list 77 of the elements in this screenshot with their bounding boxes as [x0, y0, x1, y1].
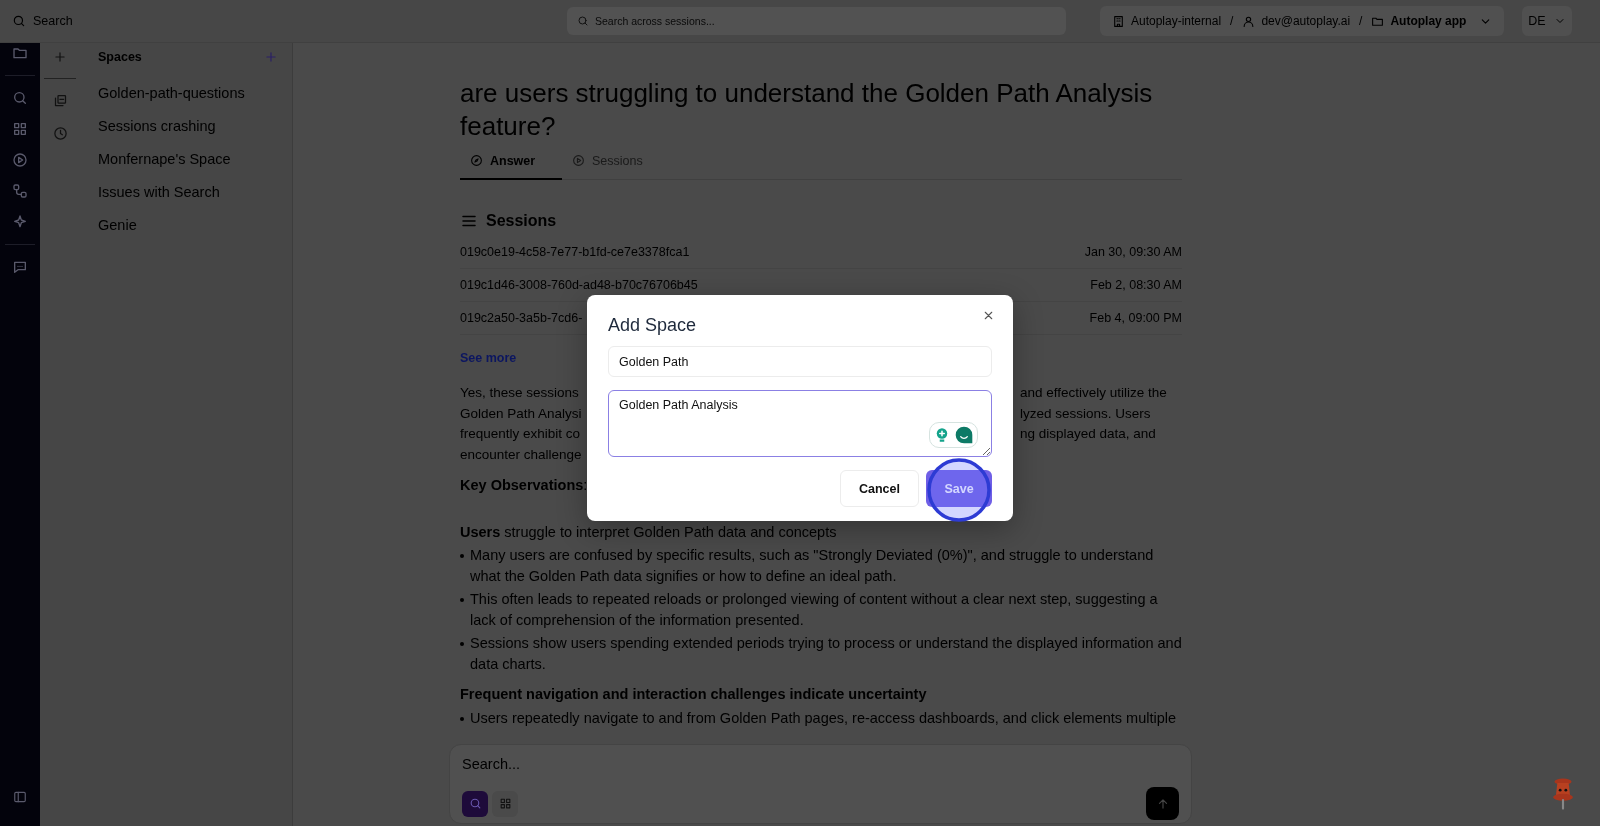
- answer-heading: Frequent navigation and interaction challenges indicate uncertainty: [460, 685, 928, 704]
- search-icon: [468, 797, 482, 810]
- bullet-dot: [460, 554, 464, 558]
- search-icon: [577, 15, 589, 27]
- chat-bubble-icon: [954, 425, 974, 445]
- session-date: Feb 2, 08:30 AM: [1090, 278, 1182, 292]
- send-button[interactable]: [1146, 787, 1179, 820]
- sparkle-icon[interactable]: [12, 214, 28, 230]
- writing-assistant-widget[interactable]: [929, 422, 978, 448]
- language-code: DE: [1528, 14, 1546, 28]
- see-more-link[interactable]: See more: [460, 351, 517, 365]
- space-item[interactable]: Golden-path-questions: [98, 85, 245, 101]
- search-icon[interactable]: [12, 14, 26, 28]
- breadcrumb-link[interactable]: Autoplay app: [1390, 14, 1467, 28]
- space-item[interactable]: Monfernape's Space: [98, 151, 231, 167]
- cancel-button[interactable]: Cancel: [840, 470, 919, 507]
- search-icon[interactable]: [12, 90, 28, 106]
- bullet-text: Users repeatedly navigate to and from Golden Path pages, re-access dashboards, and click elements multiple: [470, 708, 1177, 728]
- grid-mode-button[interactable]: [492, 790, 518, 817]
- language-selector[interactable]: DE: [1522, 6, 1572, 36]
- bullet-text: Sessions show users spending extended periods trying to process or understand the displayed information and data charts.: [470, 634, 1182, 674]
- bullet-dot: [460, 598, 464, 602]
- user-icon: [1242, 14, 1256, 28]
- session-id: 019c0e19-4c58-7e77-b1fd-ce7e3378fca1: [460, 245, 690, 259]
- space-item[interactable]: Issues with Search: [98, 184, 220, 200]
- sidebar-toggle-icon[interactable]: [13, 790, 27, 804]
- play-icon: [572, 154, 585, 167]
- plus-icon[interactable]: [53, 50, 67, 64]
- building-icon: [1112, 14, 1125, 28]
- bullet-text: This often leads to repeated reloads or prolonged viewing of content without a clear next step, suggesting a lack of comprehension of the information presented.: [470, 590, 1159, 630]
- sessions-heading: Sessions: [486, 212, 557, 230]
- chat-icon[interactable]: [12, 259, 28, 275]
- answer-text-fragment: Yes, these sessions: [460, 384, 579, 402]
- composer-input[interactable]: Search...: [462, 756, 1179, 772]
- description-field[interactable]: Golden Path Analysis: [608, 390, 992, 457]
- answer-paragraph: Key Observations:: [460, 476, 588, 495]
- answer-text-fragment: Golden Path Analysi: [460, 404, 582, 423]
- spaces-title: Spaces: [98, 50, 142, 64]
- answer-text-fragment: ng displayed data, and: [1020, 425, 1156, 443]
- clock-icon[interactable]: [52, 126, 68, 141]
- folder-icon[interactable]: [12, 45, 28, 61]
- nodes-icon[interactable]: [12, 183, 28, 199]
- save-button[interactable]: Save: [926, 470, 992, 507]
- answer-tab[interactable]: Answer: [460, 143, 562, 180]
- compass-icon: [470, 154, 483, 167]
- space-item[interactable]: Sessions crashing: [98, 118, 216, 134]
- breadcrumb-link[interactable]: dev@autoplay.ai: [1261, 14, 1351, 28]
- breadcrumb-link[interactable]: Autoplay-internal: [1131, 14, 1222, 28]
- session-date: Jan 30, 09:30 AM: [1084, 245, 1182, 259]
- space-item[interactable]: Genie: [98, 217, 137, 233]
- click-indicator-icon: [927, 458, 991, 522]
- session-date: Feb 4, 09:00 PM: [1089, 311, 1182, 325]
- question-title: are users struggling to understand the Golden Path Analysis feature?: [460, 77, 1154, 143]
- close-icon: [982, 309, 995, 322]
- bullet-text: Many users are confused by specific results, such as "Strongly Deviated (0%)", and struggle to understand what the Golden Path data signifies or how to define an ideal path.: [470, 546, 1155, 586]
- session-id: 019c1d46-3008-760d-ad48-b70c76706b45: [460, 278, 698, 292]
- answer-text-fragment: lyzed sessions. Users: [1020, 404, 1151, 423]
- search-mode-button[interactable]: [462, 790, 488, 817]
- stack-icon[interactable]: [52, 93, 68, 108]
- breadcrumb-separator: /: [1359, 14, 1363, 28]
- modal-title: Add Space: [608, 315, 697, 336]
- answer-text-fragment: encounter challenge: [460, 445, 582, 464]
- search-label[interactable]: Search: [33, 14, 73, 28]
- breadcrumb-separator: /: [1230, 14, 1234, 28]
- grid-icon: [498, 797, 512, 810]
- grid-icon[interactable]: [12, 121, 28, 137]
- answer-text-fragment: and effectively utilize the: [1020, 384, 1167, 402]
- session-search-field[interactable]: Search across sessions...: [567, 7, 1066, 35]
- play-icon[interactable]: [12, 152, 28, 168]
- name-field[interactable]: Golden Path: [608, 346, 992, 377]
- bullet-dot: [460, 642, 464, 646]
- session-row[interactable]: 019c0e19-4c58-7e77-b1fd-ce7e3378fca1 Jan 30, 09:30 AM: [460, 236, 1182, 269]
- bullet-dot: [460, 716, 464, 721]
- answer-paragraph: Users struggle to interpret Golden Path data and concepts: [460, 522, 837, 542]
- close-button[interactable]: [982, 309, 995, 322]
- answer-text-fragment: frequently exhibit co: [460, 425, 581, 443]
- session-id: 019c2a50-3a5b-7cd6-: [460, 311, 583, 325]
